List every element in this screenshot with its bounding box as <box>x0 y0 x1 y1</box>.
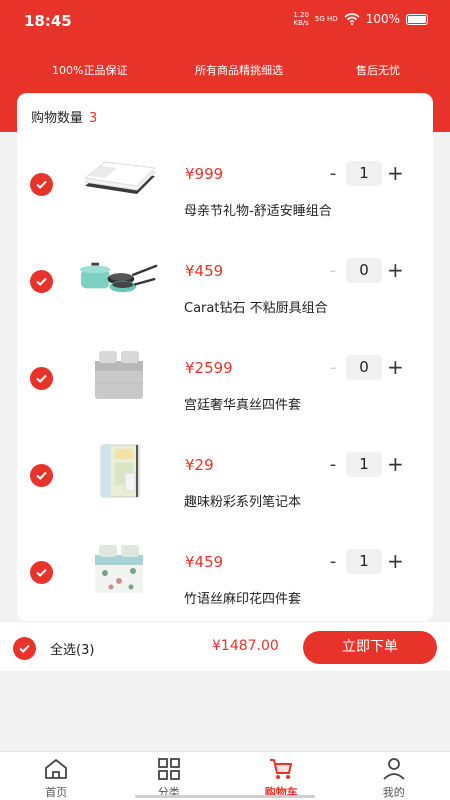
cart-item: ¥999 母亲节礼物-舒适安睡组合 - 1 + <box>17 93 433 219</box>
net-speed-unit: KB/s <box>293 19 309 27</box>
guarantee-aftersales: 售后无忧 <box>356 64 400 77</box>
tab-profile[interactable]: 我的 <box>338 752 450 800</box>
increase-button[interactable]: + <box>387 258 404 282</box>
item-price: ¥29 <box>185 456 214 474</box>
item-price: ¥459 <box>185 262 224 280</box>
status-time: 18:45 <box>24 12 72 30</box>
home-indicator <box>135 795 315 798</box>
quantity-field[interactable]: 0 <box>346 355 382 380</box>
battery-percent: 100% <box>365 12 400 26</box>
cart-item: ¥2599 宫廷奢华真丝四件套 - 0 + <box>17 287 433 413</box>
decrease-button[interactable]: - <box>326 454 340 475</box>
item-name[interactable]: 竹语丝麻印花四件套 <box>184 588 301 607</box>
tab-profile-label: 我的 <box>382 786 405 799</box>
checkout-bar: 全选(3) ¥1487.00 立即下单 <box>0 621 450 671</box>
battery-icon <box>406 13 428 25</box>
decrease-button[interactable]: - <box>326 260 340 281</box>
item-price: ¥999 <box>185 165 224 183</box>
guarantee-authentic: 100%正品保证 <box>52 64 128 77</box>
cart-icon <box>270 759 293 779</box>
cart-item: ¥459 竹语丝麻印花四件套 - 1 + <box>17 481 433 607</box>
decrease-button[interactable]: - <box>326 163 340 184</box>
tab-cart[interactable]: 购物车 <box>225 752 338 800</box>
tab-home[interactable]: 首页 <box>0 752 113 800</box>
home-icon <box>45 759 68 779</box>
place-order-button[interactable]: 立即下单 <box>303 631 437 664</box>
quantity-field[interactable]: 0 <box>346 258 382 283</box>
tab-category[interactable]: 分类 <box>113 752 226 800</box>
item-price: ¥459 <box>185 553 224 571</box>
quantity-field[interactable]: 1 <box>346 452 382 477</box>
decrease-button[interactable]: - <box>326 357 340 378</box>
tab-home-label: 首页 <box>45 786 68 799</box>
user-icon <box>383 758 405 780</box>
status-bar: 18:45 1.20 KB/s 5G HD 100% <box>0 0 450 42</box>
increase-button[interactable]: + <box>387 161 404 185</box>
status-right: 1.20 KB/s 5G HD 100% <box>293 11 428 27</box>
increase-button[interactable]: + <box>387 549 404 573</box>
tab-bar: 首页 分类 购物车 我的 <box>0 751 450 800</box>
wifi-icon <box>344 13 360 25</box>
signal-label: 5G HD <box>314 15 338 23</box>
cart-card: 购物数量 3 ¥999 母亲节礼物-舒适安睡组合 - 1 + ¥459 Cara… <box>17 93 433 621</box>
select-all-checkbox[interactable] <box>13 637 36 660</box>
decrease-button[interactable]: - <box>326 551 340 572</box>
check-icon <box>36 568 47 577</box>
increase-button[interactable]: + <box>387 452 404 476</box>
check-icon <box>19 644 30 653</box>
quantity-field[interactable]: 1 <box>346 549 382 574</box>
total-price: ¥1487.00 <box>212 638 279 654</box>
select-all-label[interactable]: 全选(3) <box>50 639 94 658</box>
quantity-field[interactable]: 1 <box>346 161 382 186</box>
grid-icon <box>157 758 180 780</box>
network-speed: 1.20 KB/s <box>293 11 309 27</box>
cart-item: ¥459 Carat钻石 不粘厨具组合 - 0 + <box>17 190 433 316</box>
cart-item: ¥29 趣味粉彩系列笔记本 - 1 + <box>17 384 433 510</box>
floral-bedding-image[interactable] <box>79 536 159 600</box>
net-speed-value: 1.20 <box>293 11 309 19</box>
guarantee-selected: 所有商品精挑细选 <box>195 64 283 77</box>
item-price: ¥2599 <box>185 359 233 377</box>
item-checkbox[interactable] <box>30 561 53 584</box>
increase-button[interactable]: + <box>387 355 404 379</box>
